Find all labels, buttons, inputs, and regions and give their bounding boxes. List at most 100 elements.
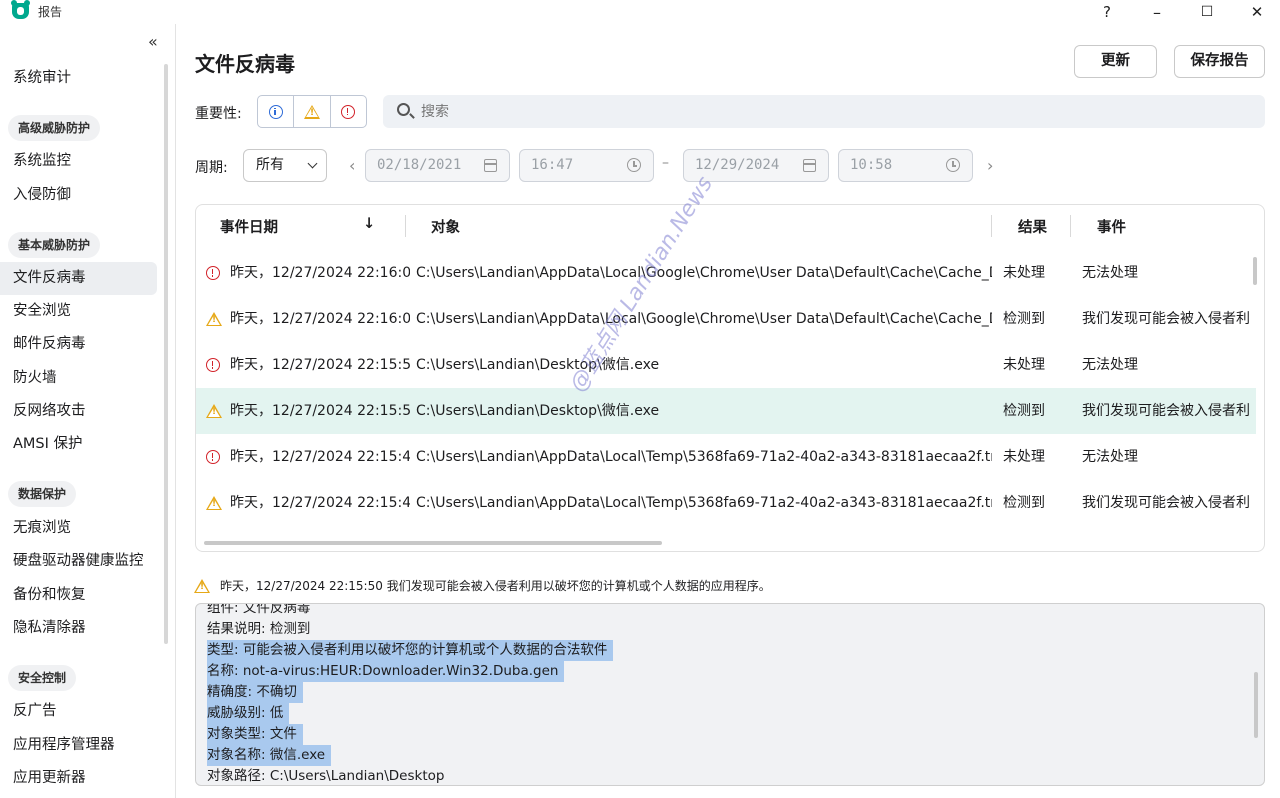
sidebar-item[interactable]: AMSI 保护: [0, 428, 157, 461]
table-row[interactable]: 昨天，12/27/2024 22:15:48 C:\Users\Landian\A…: [196, 480, 1256, 526]
table-row[interactable]: 昨天，12/27/2024 22:16:01 C:\Users\Landian\A…: [196, 250, 1256, 296]
sidebar-item[interactable]: 入侵防御: [0, 179, 157, 212]
cell-object: C:\Users\Landian\Desktop\微信.exe: [416, 357, 660, 373]
error-icon: [206, 266, 220, 280]
warning-icon: [206, 496, 222, 510]
cell-date: 昨天，12/27/2024 22:15:48: [230, 449, 410, 465]
table-vertical-scrollbar[interactable]: [1253, 257, 1257, 285]
cell-date: 昨天，12/27/2024 22:15:50: [230, 403, 410, 419]
close-button[interactable]: ✕: [1234, 0, 1280, 24]
sidebar-item[interactable]: 应用程序管理器: [0, 729, 157, 762]
start-date-field[interactable]: 02/18/2021: [365, 149, 510, 182]
maximize-button[interactable]: ☐: [1184, 0, 1230, 24]
sidebar-group-label: 基本威胁防护: [8, 232, 101, 258]
detail-line: 对象类型: 文件: [207, 724, 303, 745]
cell-result: 检测到: [1003, 495, 1045, 511]
sidebar-item[interactable]: 安全浏览: [0, 295, 157, 328]
cell-event: 无法处理: [1082, 449, 1138, 465]
column-divider[interactable]: [1070, 215, 1071, 237]
cell-event: 无法处理: [1082, 265, 1138, 281]
minimize-button[interactable]: –: [1134, 0, 1180, 24]
title-bar: 报告 ? – ☐ ✕: [0, 0, 1280, 24]
cell-object: C:\Users\Landian\AppData\Local\Google\Ch…: [416, 311, 992, 327]
end-date-field[interactable]: 12/29/2024: [683, 149, 829, 182]
cell-object: C:\Users\Landian\AppData\Local\Temp\5368…: [416, 449, 992, 465]
refresh-button[interactable]: 更新: [1074, 45, 1157, 78]
cell-object: C:\Users\Landian\Desktop\微信.exe: [416, 403, 660, 419]
start-time-field[interactable]: 16:47: [519, 149, 654, 182]
sidebar-group-label: 安全控制: [8, 665, 77, 691]
app-logo-icon: [11, 0, 30, 19]
severity-info-button[interactable]: [258, 96, 295, 127]
clock-icon[interactable]: [627, 158, 641, 172]
end-date-value: 12/29/2024: [695, 157, 780, 173]
table-row[interactable]: 昨天，12/27/2024 22:15:50 C:\Users\Landian\D…: [196, 388, 1256, 434]
cell-event: 我们发现可能会被入侵者利: [1082, 403, 1250, 419]
clock-icon[interactable]: [946, 158, 960, 172]
severity-error-button[interactable]: [331, 96, 366, 127]
event-detail-panel[interactable]: 组件: 文件反病毒 结果说明: 检测到 类型: 可能会被入侵者利用以破坏您的计算机或…: [195, 603, 1265, 786]
cell-date: 昨天，12/27/2024 22:16:01: [230, 311, 410, 327]
search-input[interactable]: [383, 95, 1265, 128]
start-date-value: 02/18/2021: [377, 157, 462, 173]
column-event[interactable]: 事件: [1097, 216, 1126, 237]
detail-line: 对象名称: 微信.exe: [207, 745, 332, 766]
calendar-icon[interactable]: [803, 159, 816, 172]
sidebar-item[interactable]: 隐私清除器: [0, 612, 157, 645]
cell-date: 昨天，12/27/2024 22:16:01: [230, 265, 410, 281]
cell-object: C:\Users\Landian\AppData\Local\Temp\5368…: [416, 495, 992, 511]
end-time-field[interactable]: 10:58: [838, 149, 973, 182]
sidebar-item[interactable]: 反广告: [0, 695, 157, 728]
cell-result: 未处理: [1003, 265, 1045, 281]
detail-line: 名称: not-a-virus:HEUR:Downloader.Win32.Du…: [207, 661, 565, 682]
severity-filter: [257, 95, 367, 128]
detail-line: 结果说明: 检测到: [207, 621, 311, 637]
end-time-value: 10:58: [850, 157, 893, 173]
sidebar-group-label: 高级威胁防护: [8, 115, 101, 141]
sidebar-item[interactable]: 防火墙: [0, 362, 157, 395]
column-object[interactable]: 对象: [431, 216, 460, 237]
help-button[interactable]: ?: [1084, 0, 1130, 24]
chevron-down-icon: [307, 158, 318, 169]
severity-warning-button[interactable]: [294, 96, 331, 127]
sidebar-item[interactable]: 系统监控: [0, 145, 157, 178]
column-divider[interactable]: [405, 215, 406, 237]
warning-icon: [206, 312, 222, 326]
table-horizontal-scrollbar[interactable]: [204, 541, 662, 545]
cell-result: 检测到: [1003, 403, 1045, 419]
sidebar-group-label: 数据保护: [8, 481, 77, 507]
period-dropdown[interactable]: 所有: [243, 149, 327, 182]
column-result[interactable]: 结果: [1018, 216, 1047, 237]
cell-date: 昨天，12/27/2024 22:15:50: [230, 357, 410, 373]
sidebar-item[interactable]: 邮件反病毒: [0, 328, 157, 361]
save-report-button[interactable]: 保存报告: [1174, 45, 1265, 78]
page-title: 文件反病毒: [195, 52, 295, 76]
column-divider[interactable]: [991, 215, 992, 237]
sort-desc-icon[interactable]: ↓: [363, 216, 375, 232]
error-icon: [206, 450, 220, 464]
sidebar-item[interactable]: 无痕浏览: [0, 512, 157, 545]
sidebar-item[interactable]: 系统审计: [0, 62, 157, 95]
table-row[interactable]: 昨天，12/27/2024 22:15:48 C:\Users\Landian\A…: [196, 434, 1256, 480]
cell-event: 我们发现可能会被入侵者利: [1082, 495, 1250, 511]
info-icon: [268, 104, 283, 119]
error-icon: [206, 358, 220, 372]
sidebar-item[interactable]: 备份和恢复: [0, 579, 157, 612]
error-icon: [341, 104, 356, 119]
table-header: 事件日期 ↓ 对象 结果 事件: [196, 205, 1264, 247]
prev-period-icon[interactable]: ‹: [349, 156, 355, 175]
sidebar-item[interactable]: 应用更新器: [0, 762, 157, 795]
column-date[interactable]: 事件日期: [220, 216, 278, 237]
sidebar-item[interactable]: 硬盘驱动器健康监控: [0, 545, 157, 578]
sidebar-item[interactable]: 文件反病毒: [0, 262, 157, 295]
table-row[interactable]: 昨天，12/27/2024 22:15:50 C:\Users\Landian\D…: [196, 342, 1256, 388]
detail-scrollbar[interactable]: [1254, 672, 1258, 738]
warning-icon: [303, 104, 320, 119]
sidebar-scrollbar[interactable]: [164, 64, 168, 644]
table-row[interactable]: 昨天，12/27/2024 22:16:01 C:\Users\Landian\A…: [196, 296, 1256, 342]
warning-icon: [206, 404, 222, 418]
calendar-icon[interactable]: [484, 159, 497, 172]
next-period-icon[interactable]: ›: [987, 156, 993, 175]
collapse-sidebar-icon[interactable]: ‹‹: [148, 32, 158, 51]
sidebar-item[interactable]: 反网络攻击: [0, 395, 157, 428]
